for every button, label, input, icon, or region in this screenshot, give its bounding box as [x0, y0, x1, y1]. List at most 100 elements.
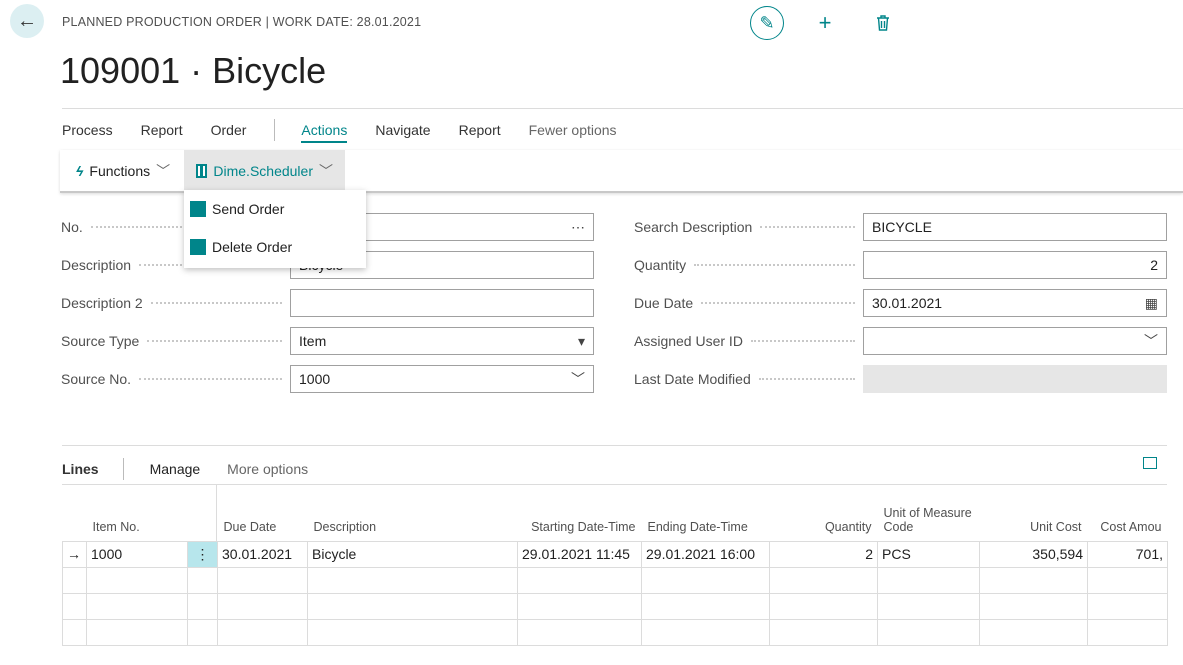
row-actions-button[interactable]: ⋮	[187, 540, 218, 568]
field-input[interactable]	[290, 289, 594, 317]
table-cell[interactable]	[187, 566, 218, 594]
menu-report[interactable]: Report	[141, 122, 183, 143]
table-row[interactable]: → 1000 ⋮ 30.01.2021 Bicycle 29.01.2021 11:45 2…	[62, 540, 1168, 568]
row-arrow-icon[interactable]: →	[62, 540, 87, 568]
col-due-date[interactable]: Due Date	[218, 500, 308, 541]
table-cell[interactable]	[187, 592, 218, 620]
field-input[interactable]: 2	[863, 251, 1167, 279]
col-item-no[interactable]: Item No.	[87, 500, 188, 541]
menu-order[interactable]: Order	[211, 122, 247, 143]
table-row[interactable]	[62, 566, 1168, 594]
table-cell[interactable]	[641, 592, 770, 620]
menu-navigate[interactable]: Navigate	[375, 122, 430, 143]
back-button[interactable]: ←	[10, 4, 44, 38]
delete-order-item[interactable]: Delete Order	[184, 228, 366, 266]
dime-scheduler-button[interactable]: Dime.Scheduler ﹀	[184, 150, 345, 191]
menu-actions[interactable]: Actions	[301, 122, 348, 143]
table-cell[interactable]: Bicycle	[307, 540, 518, 568]
table-cell[interactable]: 701,	[1087, 540, 1168, 568]
row-arrow-icon[interactable]	[62, 566, 87, 594]
table-cell[interactable]: PCS	[877, 540, 980, 568]
table-row[interactable]	[62, 592, 1168, 620]
field-input[interactable]: 30.01.2021 ▦	[863, 289, 1167, 317]
menu-process[interactable]: Process	[62, 122, 113, 143]
new-button[interactable]: +	[808, 6, 842, 40]
select-arrow-icon[interactable]: ▾	[578, 333, 585, 350]
table-cell[interactable]	[1087, 592, 1168, 620]
plus-icon: +	[818, 10, 832, 35]
table-cell[interactable]: 30.01.2021	[217, 540, 308, 568]
field-input[interactable]: Item ▾	[290, 327, 594, 355]
edit-button[interactable]: ✎	[750, 6, 784, 40]
table-cell[interactable]: 1000	[86, 540, 188, 568]
send-order-item[interactable]: Send Order	[184, 190, 366, 228]
fewer-options[interactable]: Fewer options	[529, 122, 617, 143]
row-arrow-icon[interactable]	[62, 592, 87, 620]
table-cell[interactable]	[641, 618, 770, 646]
table-cell[interactable]	[1087, 566, 1168, 594]
table-cell[interactable]	[86, 618, 188, 646]
menu-report-2[interactable]: Report	[459, 122, 501, 143]
table-cell[interactable]	[769, 592, 878, 620]
table-cell[interactable]	[517, 566, 642, 594]
table-cell[interactable]	[217, 566, 308, 594]
table-cell[interactable]	[517, 592, 642, 620]
lines-header: Lines Manage More options	[62, 458, 308, 480]
col-starting[interactable]: Starting Date-Time	[518, 500, 642, 541]
action-bar: ϟ Functions ﹀ Dime.Scheduler ﹀	[60, 150, 1183, 193]
chevron-down-icon: ﹀	[319, 162, 333, 179]
send-order-icon	[190, 201, 206, 217]
table-cell[interactable]	[187, 618, 218, 646]
chevron-down-icon[interactable]: ﹀	[571, 369, 585, 389]
table-cell[interactable]	[979, 592, 1088, 620]
col-uom[interactable]: Unit of Measure Code	[878, 500, 980, 541]
row-arrow-icon[interactable]	[62, 618, 87, 646]
table-cell[interactable]	[979, 618, 1088, 646]
table-cell[interactable]	[517, 618, 642, 646]
chevron-down-icon[interactable]: ﹀	[1144, 331, 1158, 351]
table-cell[interactable]: 2	[769, 540, 878, 568]
table-cell[interactable]	[217, 592, 308, 620]
table-cell[interactable]	[307, 566, 518, 594]
table-cell[interactable]	[307, 592, 518, 620]
functions-button[interactable]: ϟ Functions ﹀	[64, 150, 182, 191]
table-cell[interactable]	[877, 592, 980, 620]
col-ending[interactable]: Ending Date-Time	[642, 500, 770, 541]
table-cell[interactable]: 350,594	[979, 540, 1088, 568]
table-cell[interactable]	[86, 566, 188, 594]
table-cell[interactable]: 29.01.2021 11:45	[517, 540, 642, 568]
table-cell[interactable]	[769, 566, 878, 594]
lines-table: Item No. Due Date Description Starting D…	[62, 500, 1168, 646]
field-input[interactable]: BICYCLE	[863, 213, 1167, 241]
table-cell[interactable]	[307, 618, 518, 646]
field-input[interactable]: 1000 ﹀	[290, 365, 594, 393]
table-cell[interactable]	[641, 566, 770, 594]
table-cell[interactable]: 29.01.2021 16:00	[641, 540, 770, 568]
col-cost-amount[interactable]: Cost Amou	[1088, 500, 1168, 541]
table-cell[interactable]	[877, 618, 980, 646]
table-cell[interactable]	[877, 566, 980, 594]
calendar-icon[interactable]: ▦	[1145, 295, 1158, 312]
page-title: 109001 · Bicycle	[60, 50, 327, 91]
field-label: Source Type	[61, 333, 290, 349]
table-cell[interactable]	[217, 618, 308, 646]
col-unit-cost[interactable]: Unit Cost	[980, 500, 1088, 541]
table-cell[interactable]	[769, 618, 878, 646]
manage-menu[interactable]: Manage	[150, 461, 201, 477]
field-input	[863, 365, 1167, 393]
field-input[interactable]: ﹀	[863, 327, 1167, 355]
field-label: Description 2	[61, 295, 290, 311]
table-cell[interactable]	[86, 592, 188, 620]
field-label: Due Date	[634, 295, 863, 311]
pencil-icon: ✎	[759, 12, 775, 33]
col-description[interactable]: Description	[308, 500, 518, 541]
table-cell[interactable]	[1087, 618, 1168, 646]
table-row[interactable]	[62, 618, 1168, 646]
expand-icon[interactable]	[1143, 457, 1157, 469]
more-options[interactable]: More options	[227, 461, 308, 477]
ellipsis-icon[interactable]: ⋯	[571, 219, 585, 236]
table-cell[interactable]	[979, 566, 1088, 594]
col-quantity[interactable]: Quantity	[770, 500, 878, 541]
scheduler-icon	[196, 163, 208, 178]
delete-button[interactable]	[866, 6, 900, 40]
